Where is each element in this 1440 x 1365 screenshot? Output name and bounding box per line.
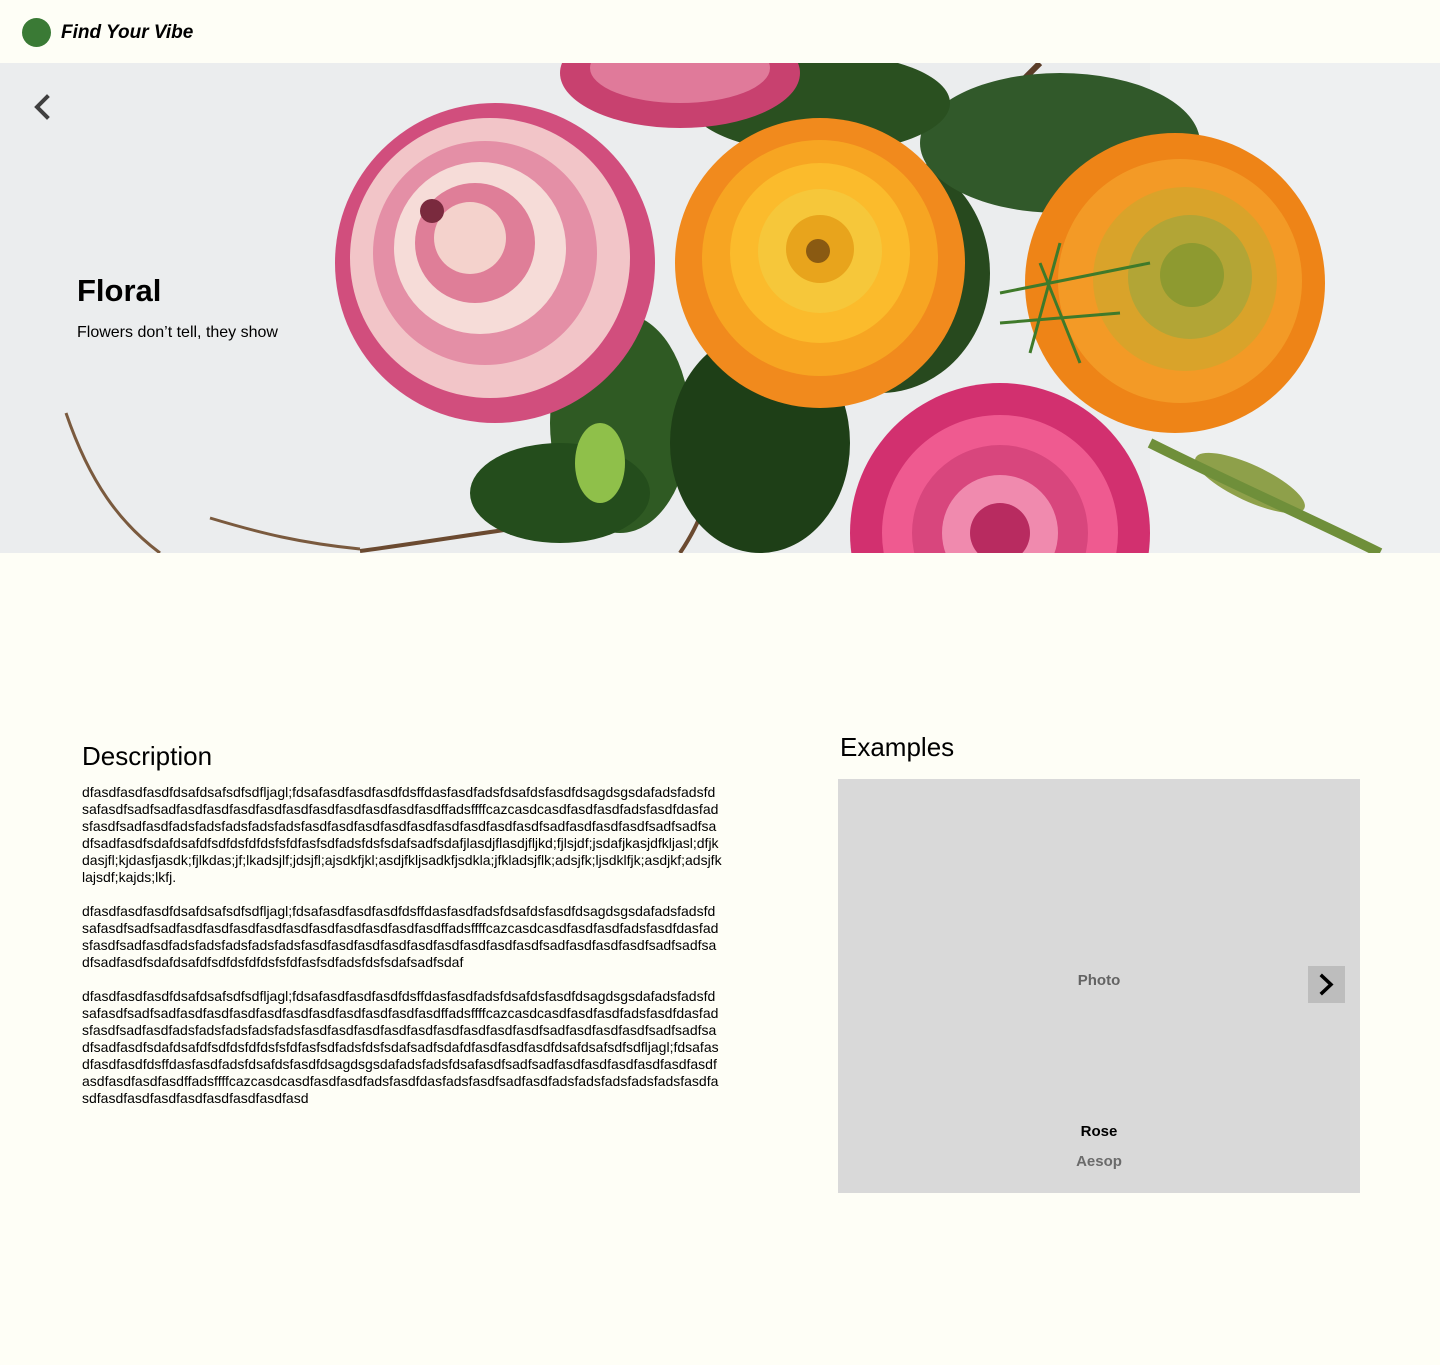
examples-heading: Examples	[840, 732, 955, 762]
chevron-right-icon	[1319, 973, 1334, 996]
description-paragraph: dfasdfasdfasdfdsafdsafsdfsdfljagl;fdsafa…	[82, 988, 719, 1106]
vibe-tagline: Flowers don’t tell, they show	[77, 324, 278, 341]
example-card[interactable]: Photo Rose Aesop	[838, 779, 1360, 1193]
top-bar: Find Your Vibe	[0, 0, 1440, 63]
description-paragraph: dfasdfasdfasdfdsafdsafsdfsdfljagl;fdsafa…	[82, 784, 722, 885]
floral-hero-image	[0, 63, 1440, 553]
example-name: Rose	[1080, 1123, 1118, 1140]
description-body: dfasdfasdfasdfdsafdsafsdfsdfljagl;fdsafa…	[82, 784, 722, 1124]
hero-banner: Floral Flowers don’t tell, they show	[0, 63, 1440, 553]
example-brand: Aesop	[1076, 1153, 1122, 1170]
example-photo-placeholder: Photo	[1077, 972, 1121, 989]
description-paragraph: dfasdfasdfasdfdsafdsafsdfsdfljagl;fdsafa…	[82, 903, 719, 970]
chevron-left-icon	[34, 94, 50, 120]
description-heading: Description	[82, 741, 213, 771]
logo-icon[interactable]	[22, 18, 51, 47]
next-example-button[interactable]	[1308, 966, 1345, 1003]
vibe-title: Floral	[77, 273, 162, 308]
back-button[interactable]	[28, 91, 56, 123]
brand-name[interactable]: Find Your Vibe	[61, 21, 193, 45]
